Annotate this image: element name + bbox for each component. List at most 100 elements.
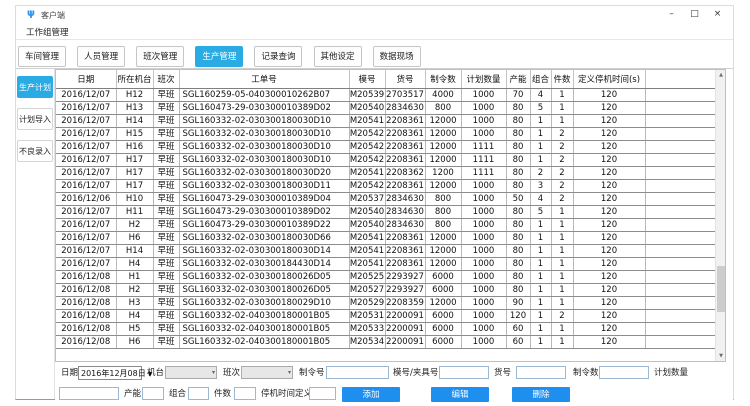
tab-workshop[interactable]: 车间管理 [18, 46, 66, 67]
col-header-item-no[interactable]: 货号 [385, 70, 425, 88]
tab-personnel[interactable]: 人员管理 [77, 46, 125, 67]
table-cell: SGL160473-29-030300010389D22 [179, 218, 349, 231]
tab-other-settings[interactable]: 其他设定 [314, 46, 362, 67]
table-row[interactable]: 2016/12/07H4早班SGL160332-02-030300184430D… [56, 257, 715, 270]
table-cell: H17 [116, 153, 153, 166]
desktop-screen: ψ 客户端 – □ × 工作组管理 车间管理 人员管理 班次管理 生产管理 记录… [0, 0, 750, 406]
order-qty-input[interactable] [599, 366, 649, 379]
col-header-downtime[interactable]: 定义停机时间(s) [573, 70, 645, 88]
table-cell: 2016/12/08 [56, 335, 116, 348]
sidebar-item-defect-entry[interactable]: 不良录入 [17, 140, 53, 162]
sidebar-item-plan-import[interactable]: 计划导入 [17, 108, 53, 130]
shift-select[interactable]: ▾ [241, 366, 293, 379]
table-cell [645, 218, 715, 231]
table-cell: 12000 [425, 127, 461, 140]
table-cell: SGL160332-02-030300184430D14 [179, 257, 349, 270]
minimize-icon[interactable]: – [660, 8, 683, 21]
table-cell: 80 [506, 114, 530, 127]
col-header-work-order[interactable]: 工单号 [179, 70, 349, 88]
table-cell: 120 [573, 101, 645, 114]
sidebar: 生产计划 计划导入 不良录入 [16, 69, 55, 399]
vertical-scrollbar[interactable]: ▲ ▼ [715, 70, 725, 361]
table-row[interactable]: 2016/12/08H5早班SGL160332-02-040300180001B… [56, 322, 715, 335]
table-cell [645, 114, 715, 127]
table-cell: 800 [425, 205, 461, 218]
item-no-input[interactable] [516, 366, 566, 379]
table-row[interactable]: 2016/12/08H3早班SGL160332-02-030300180029D… [56, 296, 715, 309]
col-header-pieces[interactable]: 件数 [551, 70, 573, 88]
capacity-input[interactable] [142, 387, 164, 400]
delete-button[interactable]: 删除 [512, 387, 570, 402]
order-no-input[interactable] [326, 366, 389, 379]
scrollbar-thumb[interactable] [717, 266, 725, 312]
table-cell: 早班 [153, 231, 179, 244]
tab-record-query[interactable]: 记录查询 [254, 46, 302, 67]
edit-button[interactable]: 编辑 [431, 387, 489, 402]
tab-data-site[interactable]: 数据现场 [373, 46, 421, 67]
col-header-mold[interactable]: 模号 [349, 70, 385, 88]
chevron-down-icon: ▾ [288, 369, 291, 376]
table-row[interactable]: 2016/12/06H10早班SGL160473-29-030300010389… [56, 192, 715, 205]
table-cell: 2016/12/07 [56, 166, 116, 179]
table-row[interactable]: 2016/12/08H4早班SGL160332-02-040300180001B… [56, 309, 715, 322]
add-button[interactable]: 添加 [342, 387, 400, 402]
restore-icon[interactable]: □ [683, 8, 706, 21]
menu-item-workgroup[interactable]: 工作组管理 [23, 25, 72, 39]
tab-production[interactable]: 生产管理 [195, 46, 243, 67]
col-header-shift[interactable]: 班次 [153, 70, 179, 88]
mold-no-input[interactable] [439, 366, 489, 379]
data-grid: 日期 所在机台 班次 工单号 模号 货号 制令数 计划数量 产能 组合 件数 定… [56, 70, 715, 349]
table-cell: M20540 [349, 205, 385, 218]
table-row[interactable]: 2016/12/08H2早班SGL160332-02-030300180026D… [56, 283, 715, 296]
table-cell: 12000 [425, 179, 461, 192]
plan-qty-input[interactable] [59, 387, 119, 400]
col-header-order-qty[interactable]: 制令数 [425, 70, 461, 88]
table-row[interactable]: 2016/12/07H14早班SGL160332-02-030300180030… [56, 244, 715, 257]
table-row[interactable]: 2016/12/08H6早班SGL160332-02-040300180001B… [56, 335, 715, 348]
table-row[interactable]: 2016/12/07H12早班SGL160259-05-040300010262… [56, 88, 715, 101]
close-icon[interactable]: × [706, 8, 729, 21]
table-cell: 2016/12/07 [56, 179, 116, 192]
table-cell: 1 [551, 283, 573, 296]
table-cell: 120 [573, 153, 645, 166]
table-cell: 2208361 [385, 244, 425, 257]
table-row[interactable]: 2016/12/08H1早班SGL160332-02-030300180026D… [56, 270, 715, 283]
col-header-machine[interactable]: 所在机台 [116, 70, 153, 88]
table-cell [645, 101, 715, 114]
table-cell: 1 [551, 218, 573, 231]
table-cell: 1 [551, 322, 573, 335]
col-header-combo[interactable]: 组合 [530, 70, 551, 88]
table-cell: M20542 [349, 140, 385, 153]
col-header-capacity[interactable]: 产能 [506, 70, 530, 88]
downtime-input[interactable] [309, 387, 336, 400]
table-row[interactable]: 2016/12/07H17早班SGL160332-02-030300180030… [56, 166, 715, 179]
table-cell: 早班 [153, 88, 179, 101]
table-cell: SGL160332-02-030300180030D20 [179, 166, 349, 179]
table-row[interactable]: 2016/12/07H14早班SGL160332-02-030300180030… [56, 114, 715, 127]
table-cell: 2834630 [385, 218, 425, 231]
table-cell: 12000 [425, 153, 461, 166]
table-row[interactable]: 2016/12/07H16早班SGL160332-02-030300180030… [56, 140, 715, 153]
table-row[interactable]: 2016/12/07H15早班SGL160332-02-030300180030… [56, 127, 715, 140]
col-header-plan-qty[interactable]: 计划数量 [461, 70, 506, 88]
sidebar-item-production-plan[interactable]: 生产计划 [17, 76, 53, 98]
machine-select[interactable]: ▾ [165, 366, 217, 379]
table-row[interactable]: 2016/12/07H17早班SGL160332-02-030300180030… [56, 179, 715, 192]
table-cell: M20542 [349, 153, 385, 166]
table-row[interactable]: 2016/12/07H13早班SGL160473-29-030300010389… [56, 101, 715, 114]
table-cell: 1000 [461, 257, 506, 270]
table-row[interactable]: 2016/12/07H2早班SGL160473-29-030300010389D… [56, 218, 715, 231]
table-cell: 1000 [461, 231, 506, 244]
scroll-down-icon[interactable]: ▼ [716, 351, 726, 361]
pieces-input[interactable] [234, 387, 256, 400]
table-row[interactable]: 2016/12/07H11早班SGL160473-29-030300010389… [56, 205, 715, 218]
table-cell: 4 [530, 192, 551, 205]
table-row[interactable]: 2016/12/07H6早班SGL160332-02-030300180030D… [56, 231, 715, 244]
scroll-up-icon[interactable]: ▲ [716, 70, 726, 80]
tab-shift[interactable]: 班次管理 [136, 46, 184, 67]
table-cell [645, 179, 715, 192]
date-picker[interactable]: 2016年12月08日▼ [78, 366, 142, 380]
col-header-date[interactable]: 日期 [56, 70, 116, 88]
table-row[interactable]: 2016/12/07H17早班SGL160332-02-030300180030… [56, 153, 715, 166]
combo-input[interactable] [188, 387, 209, 400]
